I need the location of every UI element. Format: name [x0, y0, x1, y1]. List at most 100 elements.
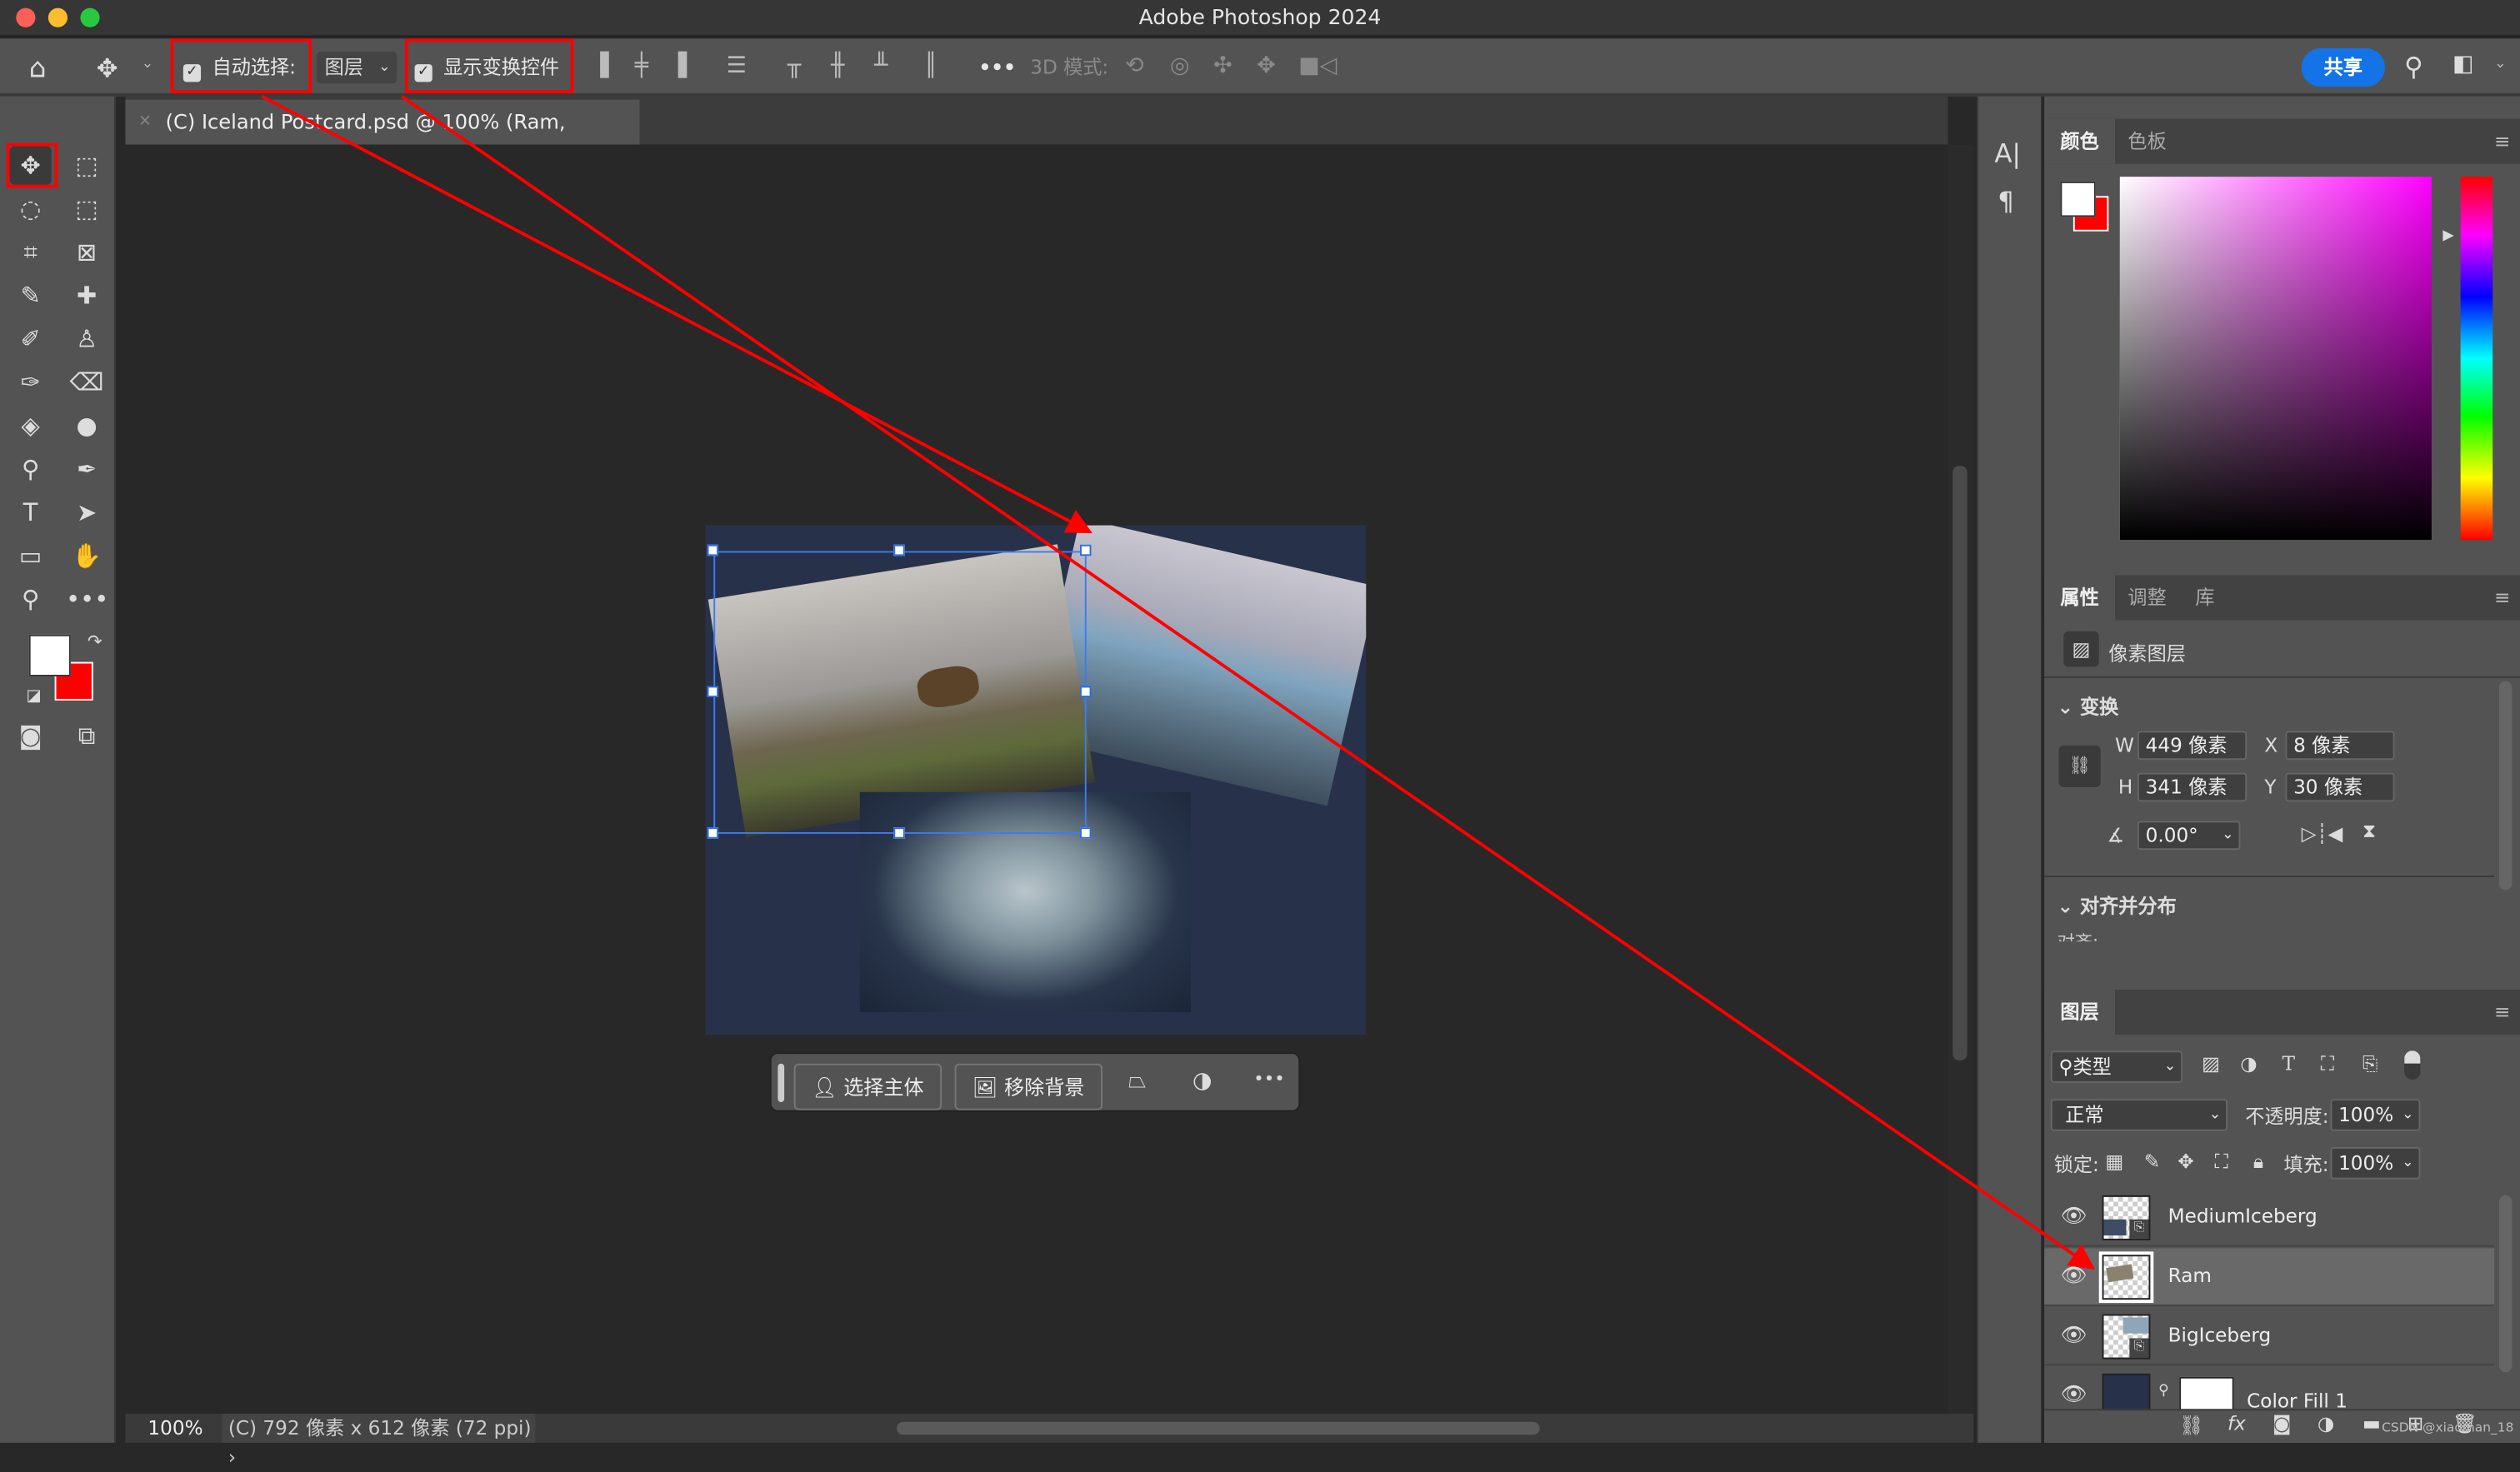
healing-brush-tool[interactable]: ✚: [66, 277, 108, 315]
properties-scrollbar[interactable]: [2498, 681, 2512, 891]
hue-slider[interactable]: [2460, 177, 2493, 540]
panel-menu-icon[interactable]: ≡: [2494, 1000, 2510, 1023]
eraser-tool[interactable]: ⌫: [66, 363, 108, 402]
hand-tool[interactable]: ✋: [66, 536, 108, 575]
chevron-down-icon[interactable]: ⌄: [142, 56, 154, 72]
layer-name[interactable]: MediumIceberg: [2168, 1205, 2318, 1227]
filter-pixel-icon[interactable]: ▨: [2202, 1052, 2220, 1075]
distribute-vertical-icon[interactable]: ║: [924, 53, 938, 79]
remove-background-button[interactable]: 🖼︎ 移除背景: [954, 1063, 1102, 1110]
close-window-button[interactable]: [16, 7, 36, 27]
horizontal-scrollbar[interactable]: [897, 1421, 1540, 1435]
close-tab-icon[interactable]: ×: [138, 100, 152, 145]
fx-icon[interactable]: fx: [2228, 1412, 2246, 1435]
angle-input[interactable]: 0.00° ⌄: [2137, 821, 2241, 851]
foreground-color-swatch[interactable]: [28, 634, 71, 676]
transform-handle[interactable]: [707, 544, 719, 556]
transform-handle[interactable]: [707, 686, 719, 697]
transform-handle[interactable]: [1079, 686, 1092, 697]
path-selection-tool[interactable]: ➤: [66, 493, 108, 531]
lock-all-icon[interactable]: 🔒︎: [2253, 1150, 2263, 1175]
eye-icon[interactable]: 👁︎: [2060, 1265, 2087, 1289]
transform-section-header[interactable]: ⌄ 变换: [2058, 692, 2119, 720]
layer-name[interactable]: Ram: [2168, 1265, 2212, 1287]
link-layers-icon[interactable]: ⛓: [2179, 1414, 2203, 1436]
filter-type-icon[interactable]: T: [2282, 1052, 2295, 1075]
chevron-down-icon[interactable]: ⌄: [2494, 56, 2507, 72]
brush-tool[interactable]: ✐: [10, 320, 52, 358]
drag-handle[interactable]: [778, 1063, 785, 1102]
eye-icon[interactable]: 👁︎: [2060, 1324, 2087, 1348]
align-horizontal-center-icon[interactable]: ╪: [635, 53, 648, 79]
3d-orbit-icon[interactable]: ⟲: [1125, 53, 1144, 79]
layers-scrollbar[interactable]: [2498, 1195, 2512, 1372]
eyedropper-tool[interactable]: ✎: [10, 277, 52, 315]
tab-properties[interactable]: 属性: [2044, 575, 2116, 621]
3d-roll-icon[interactable]: ◎: [1170, 53, 1190, 79]
blend-mode-dropdown[interactable]: 正常 ⌄: [2050, 1099, 2228, 1131]
more-options-button[interactable]: •••: [978, 38, 1015, 96]
filter-shape-icon[interactable]: ⛶: [2321, 1052, 2334, 1076]
tab-color[interactable]: 颜色: [2044, 118, 2116, 164]
tab-swatches[interactable]: 色板: [2112, 119, 2182, 164]
quick-mask-icon[interactable]: ◙: [10, 716, 52, 755]
transform-bounding-box[interactable]: [713, 551, 1087, 834]
3d-pan-icon[interactable]: ✣: [1213, 53, 1232, 79]
lock-position-icon[interactable]: ✥: [2178, 1150, 2193, 1173]
align-section-header[interactable]: ⌄ 对齐并分布: [2058, 891, 2177, 919]
layer-filter-dropdown[interactable]: ⚲类型 ⌄: [2050, 1050, 2182, 1083]
align-vertical-center-icon[interactable]: ╫: [831, 53, 844, 79]
hue-slider-marker-icon[interactable]: ▶: [2442, 228, 2453, 244]
vertical-scrollbar[interactable]: [1952, 466, 1968, 1060]
tab-libraries[interactable]: 库: [2179, 575, 2231, 620]
share-button[interactable]: 共享: [2301, 47, 2385, 87]
tab-layers[interactable]: 图层: [2044, 989, 2116, 1035]
move-tool-preset-icon[interactable]: ✥: [97, 53, 118, 84]
rectangle-tool[interactable]: ▭: [10, 536, 52, 575]
lock-artboard-icon[interactable]: ⛶: [2215, 1150, 2228, 1175]
color-picker-field[interactable]: [2119, 177, 2432, 540]
transform-handle[interactable]: [1079, 544, 1092, 556]
eye-icon[interactable]: 👁︎: [2060, 1205, 2087, 1229]
minimize-window-button[interactable]: [48, 7, 68, 27]
eye-icon[interactable]: 👁︎: [2060, 1383, 2087, 1407]
opacity-input[interactable]: 100% ⌄: [2330, 1099, 2421, 1131]
document-info[interactable]: (C) 792 像素 x 612 像素 (72 ppi) ›: [222, 1414, 536, 1469]
history-brush-tool[interactable]: ✑: [10, 363, 52, 402]
zoom-tool[interactable]: ⚲: [10, 580, 52, 618]
character-panel-icon[interactable]: A|: [1994, 138, 2021, 169]
mask-link-icon[interactable]: ⚲: [2158, 1383, 2169, 1399]
transform-handle[interactable]: [893, 827, 905, 839]
layer-name[interactable]: BigIceberg: [2168, 1324, 2272, 1346]
dodge-tool[interactable]: ⚲: [10, 450, 52, 488]
layer-row-color-fill-1[interactable]: 👁︎ ⚲ Color Fill 1: [2044, 1367, 2494, 1415]
default-colors-icon[interactable]: ◪: [12, 678, 54, 716]
marquee-tool[interactable]: ⬚: [66, 146, 108, 184]
zoom-window-button[interactable]: [80, 7, 100, 27]
screen-mode-icon[interactable]: ⧉: [66, 716, 108, 755]
filter-adjustment-icon[interactable]: ◑: [2240, 1052, 2257, 1075]
select-subject-button[interactable]: 👤︎ 选择主体: [793, 1063, 942, 1110]
layer-row-ram[interactable]: 👁︎ Ram: [2044, 1248, 2495, 1306]
align-right-icon[interactable]: ▌: [678, 53, 696, 79]
transform-handle[interactable]: [1079, 827, 1092, 839]
panel-menu-icon[interactable]: ≡: [2494, 586, 2510, 609]
x-input[interactable]: 8 像素: [2285, 731, 2395, 761]
transform-handle[interactable]: [893, 544, 905, 556]
pen-tool[interactable]: ✒: [66, 450, 108, 488]
auto-select-target-dropdown[interactable]: 图层 ⌄: [316, 51, 398, 84]
panel-menu-icon[interactable]: ≡: [2494, 130, 2510, 152]
frame-tool[interactable]: ⊠: [66, 233, 108, 272]
tab-adjustments[interactable]: 调整: [2112, 575, 2182, 620]
clone-stamp-tool[interactable]: ♙: [66, 320, 108, 358]
align-top-icon[interactable]: ╥: [788, 53, 801, 79]
filter-toggle[interactable]: [2404, 1050, 2421, 1080]
paragraph-panel-icon[interactable]: ¶: [1998, 187, 2014, 217]
object-selection-tool[interactable]: ⬚: [66, 190, 108, 228]
y-input[interactable]: 30 像素: [2285, 772, 2395, 802]
transform-handle[interactable]: [707, 827, 719, 839]
3d-slide-icon[interactable]: ✥: [1257, 53, 1276, 79]
foreground-color-swatch[interactable]: [2060, 181, 2096, 217]
crop-tool[interactable]: ⌗: [10, 233, 52, 272]
swap-colors-icon[interactable]: ↷: [74, 623, 116, 661]
